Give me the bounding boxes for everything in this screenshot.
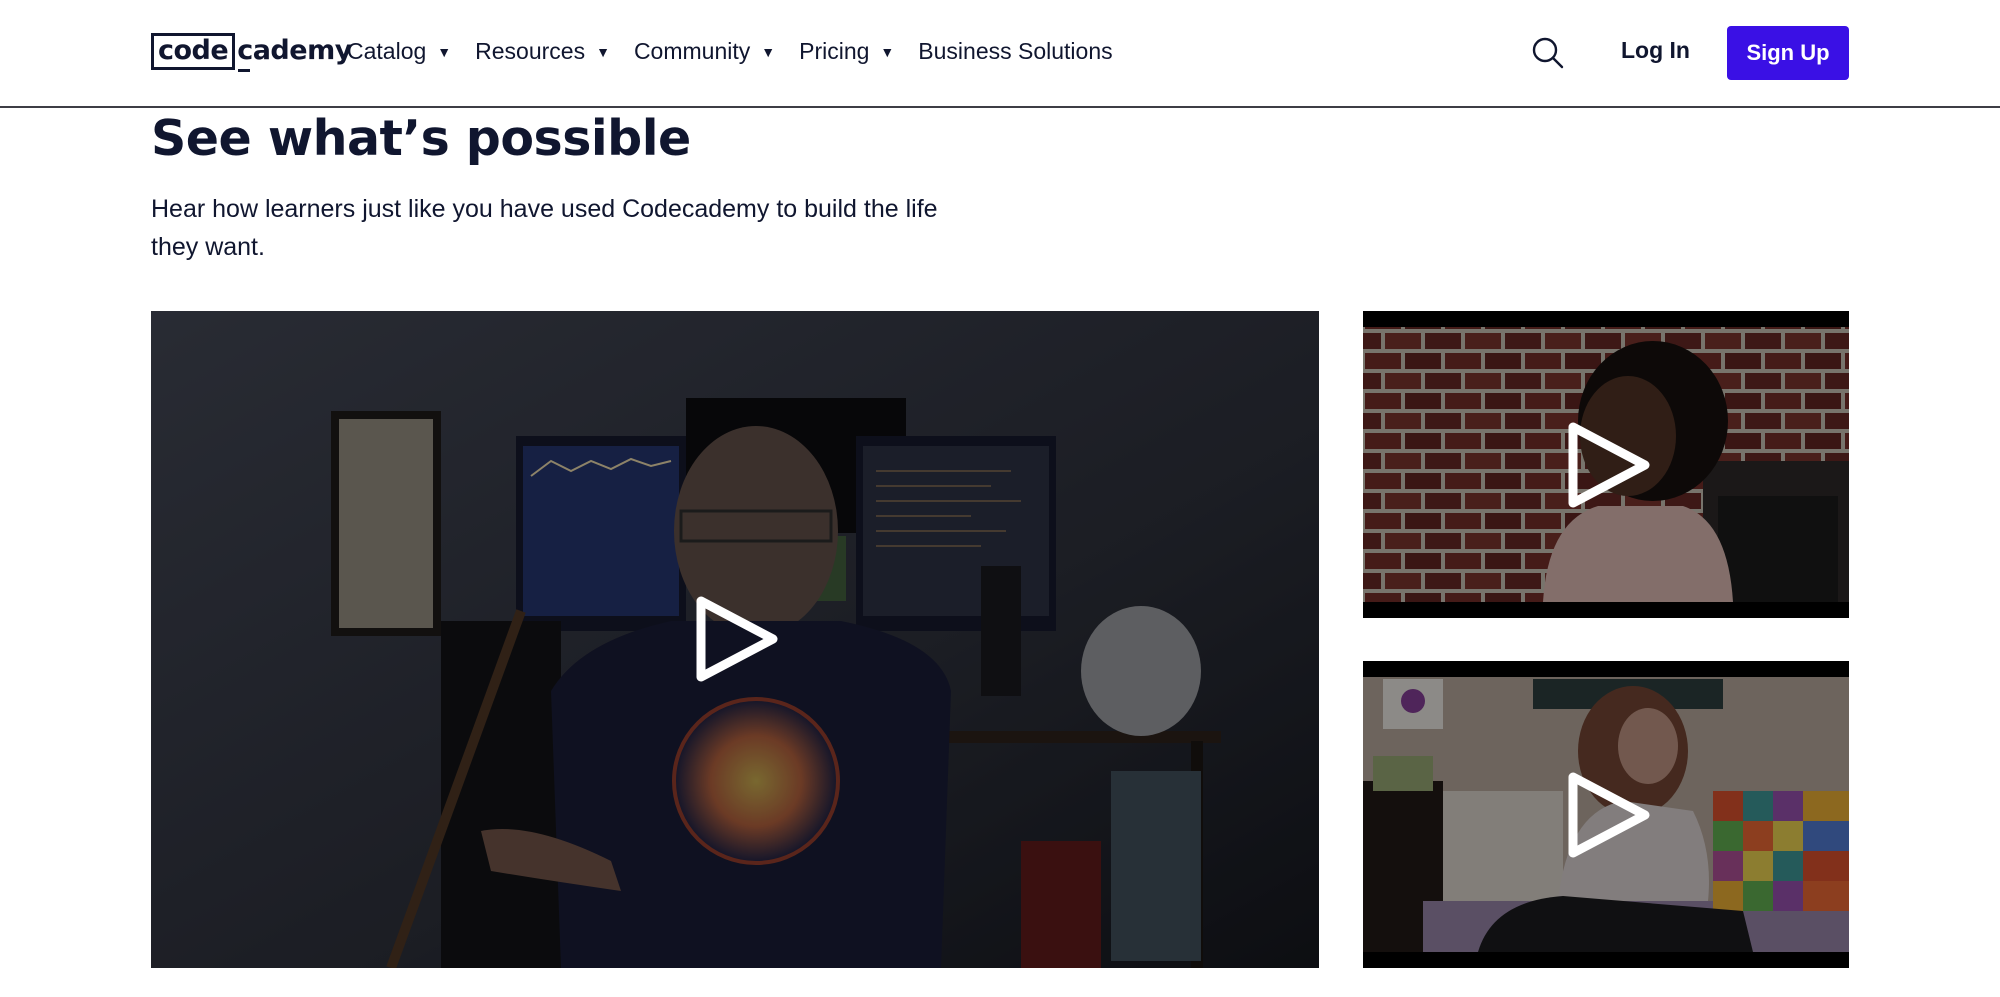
caret-down-icon: ▼ [596,44,610,60]
nav-label: Business Solutions [918,37,1113,64]
search-icon [1532,37,1564,69]
site-header: code cademy Catalog ▼ Resources ▼ Commun… [0,0,2000,108]
nav-item-catalog[interactable]: Catalog ▼ [347,38,451,65]
nav-label: Resources [475,37,586,64]
section-description: Hear how learners just like you have use… [151,195,938,261]
nav-label: Pricing [799,37,870,64]
play-icon[interactable] [689,591,783,687]
nav-item-business-solutions[interactable]: Business Solutions [918,38,1112,65]
nav-label: Community [633,37,751,64]
signup-button[interactable]: Sign Up [1727,26,1849,80]
section-title: See what’s possible [151,110,691,167]
main-nav: Catalog ▼ Resources ▼ Community ▼ Pricin… [347,33,1137,69]
logo-boxed-text: code [151,32,236,70]
play-icon[interactable] [1561,767,1655,863]
nav-item-pricing[interactable]: Pricing ▼ [799,38,894,65]
caret-down-icon: ▼ [437,44,452,60]
nav-item-resources[interactable]: Resources ▼ [475,38,610,65]
login-link[interactable]: Log In [1621,37,1690,64]
thumbnail-video-2[interactable] [1363,661,1849,968]
caret-down-icon: ▼ [761,44,776,60]
caret-down-icon: ▼ [880,44,895,60]
main-video[interactable] [151,311,1319,968]
logo-rest-text: cademy [237,35,352,72]
search-button[interactable] [1530,35,1566,71]
thumbnail-video-1[interactable] [1363,311,1849,618]
nav-label: Catalog [347,37,427,64]
nav-item-community[interactable]: Community ▼ [634,38,775,65]
play-icon[interactable] [1561,417,1655,513]
codecademy-logo[interactable]: code cademy [151,32,352,72]
